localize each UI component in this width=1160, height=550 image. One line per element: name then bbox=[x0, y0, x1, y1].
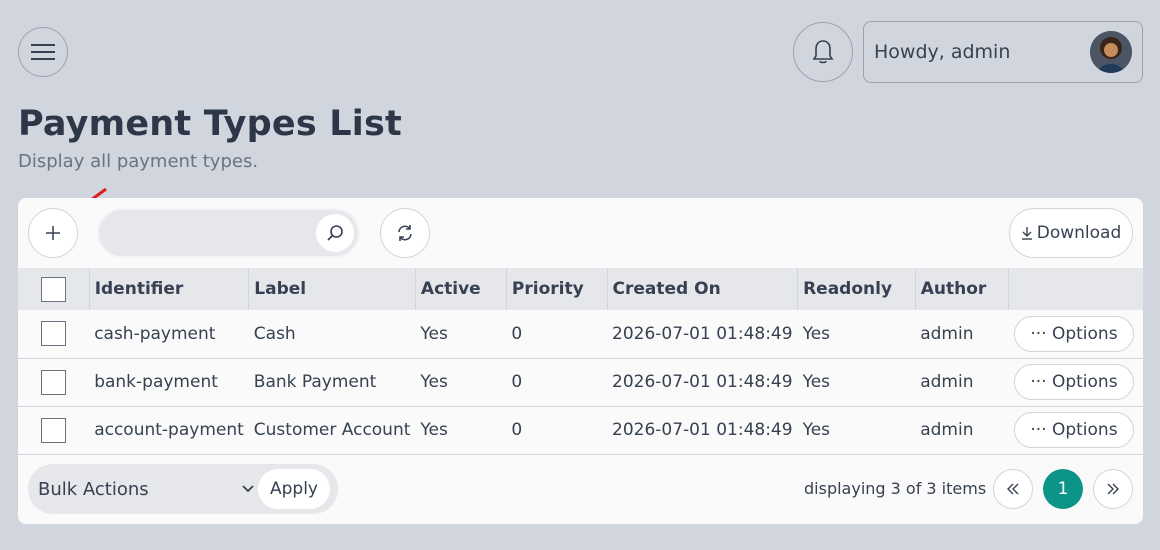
ellipsis-icon: ··· bbox=[1030, 372, 1052, 392]
cell-identifier: bank-payment bbox=[94, 372, 218, 392]
add-button[interactable] bbox=[28, 208, 78, 258]
cell-readonly: Yes bbox=[802, 323, 831, 344]
cell-created-on: 2026-07-01 01:48:49 bbox=[612, 420, 793, 440]
row-checkbox[interactable] bbox=[41, 417, 67, 443]
download-icon bbox=[1021, 227, 1032, 240]
table-header-row: Identifier Label Active Priority Created… bbox=[18, 268, 1143, 310]
cell-author: admin bbox=[920, 372, 974, 392]
options-label: Options bbox=[1051, 420, 1118, 440]
bulk-actions-bar: Bulk Actions Apply bbox=[28, 464, 338, 514]
cell-active: Yes bbox=[420, 420, 448, 440]
cell-created-on: 2026-07-01 01:48:49 bbox=[612, 323, 793, 344]
avatar bbox=[1090, 31, 1132, 73]
page-subtitle: Display all payment types. bbox=[18, 151, 259, 172]
cell-created-on: 2026-07-01 01:48:49 bbox=[612, 372, 793, 392]
bulk-actions-select[interactable]: Bulk Actions bbox=[28, 469, 258, 509]
pagination-info: displaying 3 of 3 items bbox=[804, 479, 987, 498]
user-greeting: Howdy, admin bbox=[874, 41, 1011, 63]
column-header-identifier[interactable]: Identifier bbox=[89, 268, 250, 310]
cell-label: Cash bbox=[253, 323, 296, 344]
plus-icon bbox=[46, 226, 60, 240]
column-header-readonly[interactable]: Readonly bbox=[797, 268, 916, 310]
refresh-icon bbox=[398, 225, 412, 241]
cell-active: Yes bbox=[420, 372, 448, 392]
previous-page-button[interactable] bbox=[993, 469, 1033, 509]
cell-active: Yes bbox=[420, 323, 448, 344]
download-label: Download bbox=[1036, 223, 1122, 243]
cell-readonly: Yes bbox=[802, 420, 831, 440]
row-checkbox[interactable] bbox=[41, 321, 67, 347]
cell-label: Bank Payment bbox=[253, 372, 377, 392]
download-button[interactable]: Download bbox=[1009, 208, 1133, 258]
double-chevron-right-icon bbox=[1107, 483, 1119, 495]
cell-priority: 0 bbox=[511, 372, 523, 392]
cell-author: admin bbox=[920, 323, 974, 344]
cell-author: admin bbox=[920, 420, 974, 440]
table-row: cash-payment Cash Yes 0 2026-07-01 01:48… bbox=[18, 310, 1143, 358]
column-header-priority[interactable]: Priority bbox=[506, 268, 608, 310]
search-icon bbox=[327, 225, 343, 241]
column-header-author[interactable]: Author bbox=[915, 268, 1010, 310]
search-button[interactable] bbox=[316, 214, 354, 252]
hamburger-icon bbox=[31, 44, 55, 60]
column-header-options bbox=[1009, 268, 1143, 310]
options-button[interactable]: ··· Options bbox=[1013, 364, 1134, 400]
cell-identifier: cash-payment bbox=[94, 323, 216, 344]
refresh-button[interactable] bbox=[380, 208, 430, 258]
user-menu[interactable]: Howdy, admin bbox=[863, 21, 1143, 83]
current-page-button[interactable]: 1 bbox=[1043, 469, 1083, 509]
select-all-checkbox[interactable] bbox=[40, 276, 66, 302]
cell-readonly: Yes bbox=[802, 372, 831, 392]
select-all-cell bbox=[18, 268, 90, 310]
cell-priority: 0 bbox=[511, 420, 523, 440]
chevron-down-icon bbox=[242, 485, 254, 493]
bulk-actions-label: Bulk Actions bbox=[38, 478, 149, 500]
notifications-button[interactable] bbox=[793, 22, 853, 82]
options-label: Options bbox=[1051, 372, 1118, 392]
next-page-button[interactable] bbox=[1093, 469, 1133, 509]
cell-label: Customer Account bbox=[253, 420, 411, 440]
payment-types-table: Identifier Label Active Priority Created… bbox=[18, 268, 1143, 455]
column-header-active[interactable]: Active bbox=[415, 268, 507, 310]
options-button[interactable]: ··· Options bbox=[1013, 315, 1134, 352]
ellipsis-icon: ··· bbox=[1030, 420, 1052, 440]
page-title: Payment Types List bbox=[18, 104, 402, 144]
row-checkbox[interactable] bbox=[41, 369, 67, 395]
ellipsis-icon: ··· bbox=[1030, 323, 1052, 344]
search-box bbox=[97, 208, 360, 258]
table-row: bank-payment Bank Payment Yes 0 2026-07-… bbox=[18, 358, 1143, 406]
options-button[interactable]: ··· Options bbox=[1013, 412, 1134, 448]
table-row: account-payment Customer Account Yes 0 2… bbox=[18, 406, 1143, 454]
options-label: Options bbox=[1051, 323, 1118, 344]
search-input[interactable] bbox=[113, 218, 313, 248]
apply-button[interactable]: Apply bbox=[258, 469, 330, 509]
payment-types-card: Download Identifier Label Active Priorit… bbox=[18, 198, 1143, 524]
bell-icon bbox=[812, 40, 834, 64]
menu-button[interactable] bbox=[18, 27, 68, 77]
cell-identifier: account-payment bbox=[94, 420, 244, 440]
double-chevron-left-icon bbox=[1007, 483, 1019, 495]
cell-priority: 0 bbox=[511, 323, 523, 344]
column-header-label[interactable]: Label bbox=[248, 268, 416, 310]
column-header-created-on[interactable]: Created On bbox=[607, 268, 799, 310]
